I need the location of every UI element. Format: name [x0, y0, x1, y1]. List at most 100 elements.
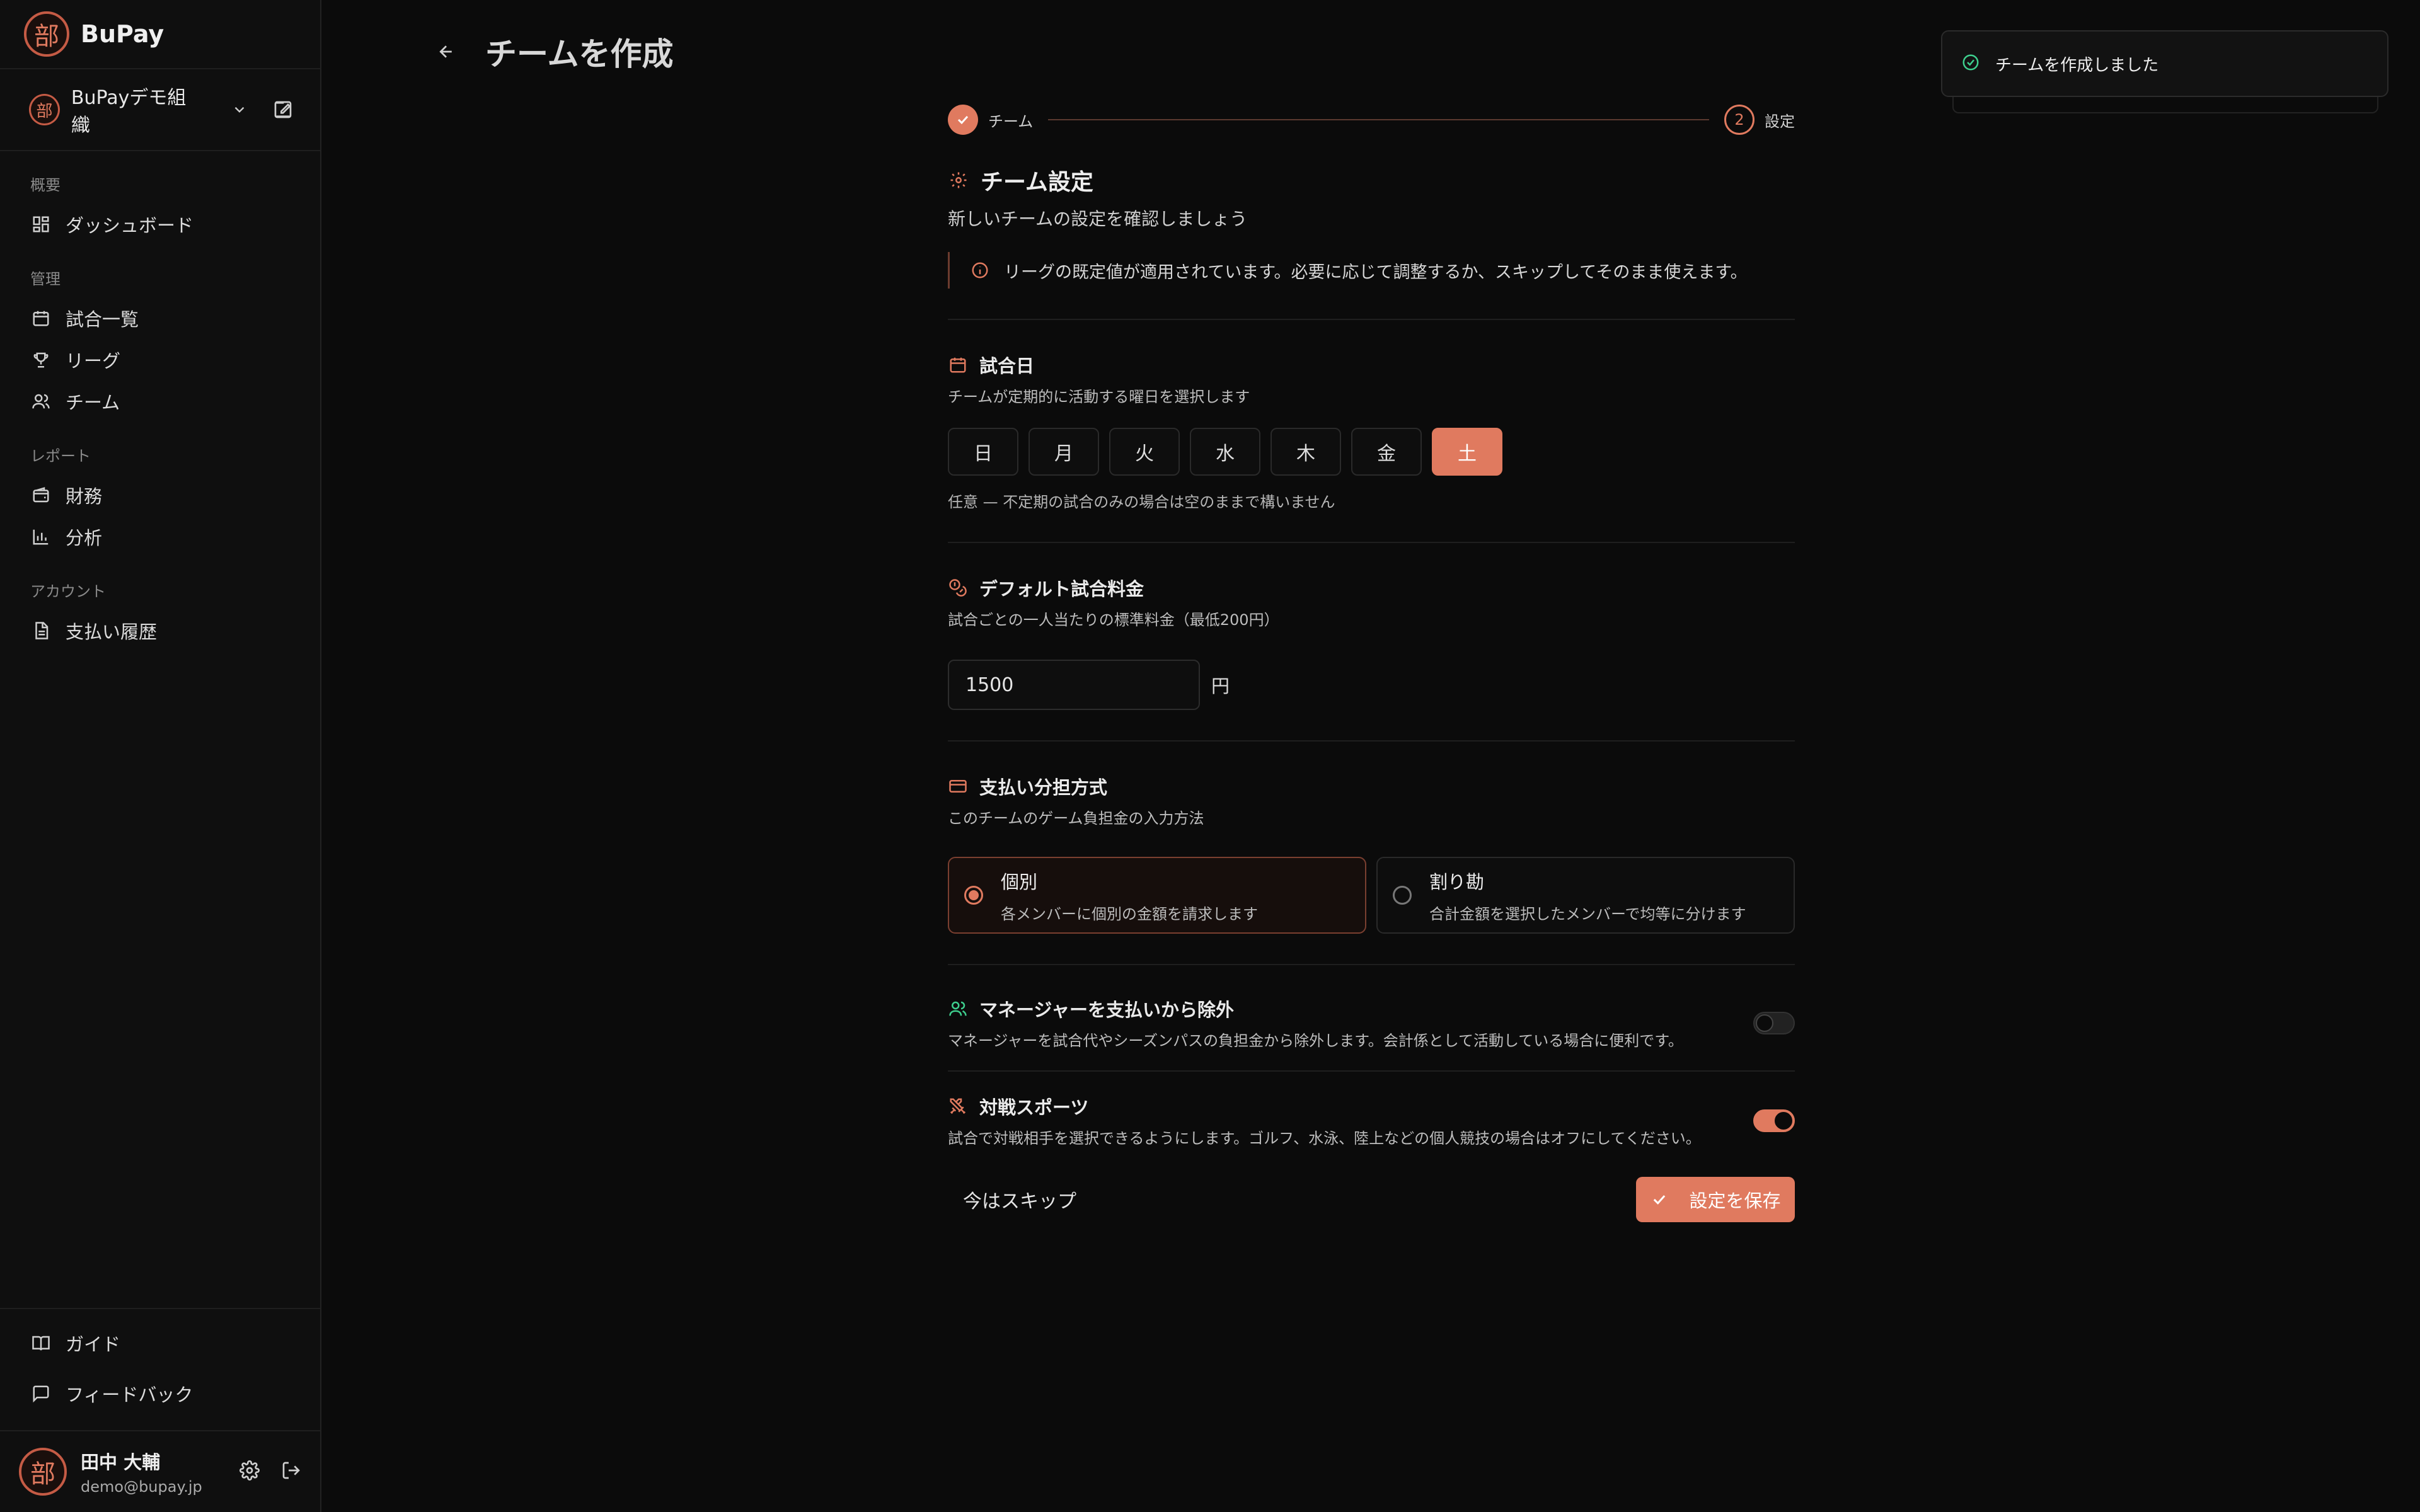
day-button-thu[interactable]: 木 — [1270, 428, 1341, 476]
sidebar-item-label: ダッシュボード — [66, 215, 194, 236]
radio-text: 個別 各メンバーに個別の金額を請求します — [1001, 868, 1258, 924]
logout-icon[interactable] — [281, 1460, 301, 1483]
calendar-icon — [948, 355, 968, 375]
step-1-label: チーム — [988, 112, 1034, 130]
sidebar-item-label: 試合一覧 — [66, 309, 139, 330]
trophy-icon — [30, 349, 52, 370]
sidebar-item-league[interactable]: リーグ — [30, 339, 290, 381]
sidebar-item-finance[interactable]: 財務 — [30, 474, 290, 516]
toggle-knob — [1775, 1112, 1792, 1130]
calendar-icon — [30, 307, 52, 329]
split-option-individual[interactable]: 個別 各メンバーに個別の金額を請求します — [948, 857, 1366, 934]
toast-text: チームを作成しました — [1995, 55, 2159, 75]
toggle-knob — [1756, 1014, 1773, 1032]
fee-input[interactable] — [948, 660, 1200, 710]
app-logo: 部 — [24, 11, 69, 57]
split-title-text: 支払い分担方式 — [979, 777, 1108, 798]
exclude-manager-title: マネージャーを支払いから除外 — [948, 995, 1683, 1022]
sidebar-item-feedback[interactable]: フィードバック — [0, 1368, 320, 1419]
step-connector — [1048, 119, 1709, 120]
sidebar-item-guide[interactable]: ガイド — [0, 1318, 320, 1368]
sidebar-item-dashboard[interactable]: ダッシュボード — [30, 203, 290, 245]
nav-group-title: アカウント — [30, 583, 106, 600]
sidebar-item-label: 分析 — [66, 527, 103, 549]
day-button-sun[interactable]: 日 — [948, 428, 1018, 476]
radio-label: 個別 — [1001, 871, 1038, 893]
step-1-complete-check-icon — [948, 105, 978, 135]
sidebar-item-matches[interactable]: 試合一覧 — [30, 297, 290, 339]
sidebar-item-label: リーグ — [66, 350, 121, 372]
alert-text: リーグの既定値が適用されています。必要に応じて調整するか、スキップしてそのまま使… — [1004, 262, 1748, 282]
day-button-tue[interactable]: 火 — [1109, 428, 1180, 476]
page-title: チームを作成 — [485, 36, 674, 72]
skip-button[interactable]: 今はスキップ — [948, 1186, 1076, 1213]
versus-title: 対戦スポーツ — [948, 1093, 1701, 1120]
match-days-desc: チームが定期的に活動する曜日を選択します — [948, 388, 1250, 406]
day-button-mon[interactable]: 月 — [1028, 428, 1099, 476]
save-button[interactable]: 設定を保存 — [1636, 1177, 1795, 1222]
fee-title-text: デフォルト試合料金 — [979, 578, 1144, 600]
user-actions — [239, 1460, 301, 1483]
credit-card-icon — [948, 776, 968, 796]
org-logo: 部 — [29, 94, 60, 125]
back-arrow-icon[interactable] — [434, 39, 459, 64]
versus-title-text: 対戦スポーツ — [979, 1097, 1089, 1118]
org-name: BuPayデモ組織 — [71, 87, 187, 137]
split-title: 支払い分担方式 — [948, 773, 1795, 799]
toast-notification[interactable]: チームを作成しました — [1941, 30, 2388, 97]
split-options: 個別 各メンバーに個別の金額を請求します 割り勘 合計金額を選択したメンバーで均… — [948, 857, 1795, 934]
dashboard-icon — [30, 214, 52, 235]
user-name: 田中 大輔 — [81, 1452, 161, 1473]
nav-group-title: 概要 — [30, 176, 60, 194]
brand[interactable]: 部 BuPay — [0, 0, 320, 69]
org-switcher[interactable]: 部 BuPayデモ組織 — [0, 69, 320, 151]
match-days-hint: 任意 — 不定期の試合のみの場合は空のままで構いません — [948, 493, 1335, 511]
edit-icon[interactable] — [269, 96, 296, 123]
split-option-equal[interactable]: 割り勘 合計金額を選択したメンバーで均等に分けます — [1376, 857, 1795, 934]
chevron-down-icon[interactable] — [227, 97, 251, 122]
day-button-wed[interactable]: 水 — [1190, 428, 1260, 476]
divider — [948, 319, 1795, 320]
radio-desc: 合計金額を選択したメンバーで均等に分けます — [1429, 905, 1746, 923]
versus-toggle[interactable] — [1753, 1109, 1795, 1132]
day-button-fri[interactable]: 金 — [1351, 428, 1422, 476]
gear-icon[interactable] — [239, 1460, 260, 1483]
weekday-selector: 日 月 火 水 木 金 土 — [948, 428, 1795, 476]
wallet-icon — [30, 484, 52, 506]
radio-selected[interactable] — [964, 886, 983, 905]
avatar[interactable]: 部 — [19, 1448, 67, 1496]
fee-unit: 円 — [1211, 675, 1230, 697]
settings-title-text: チーム設定 — [981, 169, 1093, 195]
sidebar-item-label: チーム — [66, 392, 120, 413]
nav-group-title: レポート — [30, 447, 91, 465]
sidebar-item-payment-history[interactable]: 支払い履歴 — [30, 610, 290, 651]
sidebar-item-label: ガイド — [66, 1334, 121, 1355]
nav-group-title: 管理 — [30, 270, 60, 288]
radio-unselected[interactable] — [1393, 886, 1412, 905]
users-icon — [30, 391, 52, 412]
sidebar-item-team[interactable]: チーム — [30, 381, 290, 422]
divider — [948, 740, 1795, 742]
exclude-manager-toggle[interactable] — [1753, 1012, 1795, 1034]
settings-desc: 新しいチームの設定を確認しましょう — [948, 209, 1248, 229]
swords-icon — [948, 1096, 968, 1116]
users-icon — [948, 999, 968, 1019]
sidebar-item-label: 財務 — [66, 486, 103, 507]
defaults-alert: リーグの既定値が適用されています。必要に応じて調整するか、スキップしてそのまま使… — [948, 252, 1795, 289]
sidebar-item-analytics[interactable]: 分析 — [30, 516, 290, 558]
form-actions: 今はスキップ 設定を保存 — [948, 1177, 1795, 1222]
team-settings-form: チーム 2 設定 チーム設定 新しいチームの設定を確認しましょう リーグの既定値… — [948, 101, 1795, 1222]
day-button-sat[interactable]: 土 — [1432, 428, 1502, 476]
book-icon — [30, 1332, 52, 1354]
step-2-number: 2 — [1724, 105, 1754, 135]
sidebar-footer: ガイド フィードバック 部 田中 大輔 demo@bupay.jp — [0, 1308, 320, 1512]
nav: 概要 ダッシュボード 管理 試合一覧 リーグ チーム レポート 財務 分析 アカ… — [0, 173, 320, 651]
versus-row: 対戦スポーツ 試合で対戦相手を選択できるようにします。ゴルフ、水泳、陸上などの個… — [948, 1072, 1795, 1148]
coins-icon — [948, 578, 968, 598]
stepper: チーム 2 設定 — [948, 101, 1795, 139]
radio-desc: 各メンバーに個別の金額を請求します — [1001, 905, 1258, 923]
versus-text: 対戦スポーツ 試合で対戦相手を選択できるようにします。ゴルフ、水泳、陸上などの個… — [948, 1093, 1701, 1148]
exclude-manager-desc: マネージャーを試合代やシーズンパスの負担金から除外します。会計係として活動してい… — [948, 1032, 1683, 1050]
divider — [948, 542, 1795, 543]
exclude-manager-row: マネージャーを支払いから除外 マネージャーを試合代やシーズンパスの負担金から除外… — [948, 965, 1795, 1050]
